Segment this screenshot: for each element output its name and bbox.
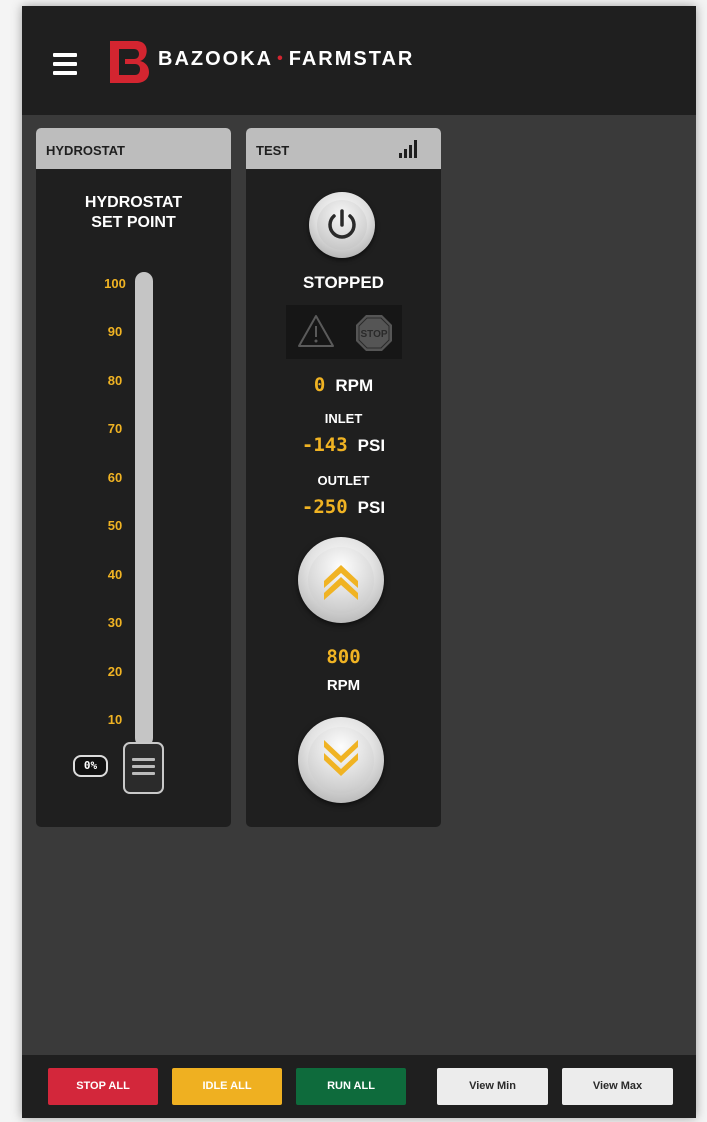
- view-min-button[interactable]: View Min: [437, 1068, 548, 1105]
- power-icon: [328, 209, 356, 239]
- scale-label-90: 90: [107, 324, 123, 339]
- warning-icon: [298, 315, 334, 347]
- bottom-action-bar: STOP ALL IDLE ALL RUN ALL View Min View …: [22, 1055, 696, 1118]
- chevron-down-icon: [324, 740, 358, 776]
- scale-label-40: 40: [107, 567, 123, 582]
- scale-label-30: 30: [107, 615, 123, 630]
- test-card-header: TEST: [246, 128, 441, 169]
- stop-sign-icon: STOP: [356, 315, 392, 351]
- app-header: BAZOOKA • FARMSTAR: [22, 6, 696, 115]
- setpoint-slider-track[interactable]: [135, 272, 153, 747]
- engine-status: STOPPED: [303, 273, 384, 292]
- power-button[interactable]: [309, 192, 375, 258]
- menu-icon[interactable]: [53, 53, 77, 75]
- view-max-button[interactable]: View Max: [562, 1068, 673, 1105]
- target-rpm-unit: RPM: [326, 677, 361, 694]
- decrease-rpm-button[interactable]: [298, 717, 384, 803]
- outlet-value: -250: [301, 496, 348, 518]
- setpoint-value-badge: 0%: [73, 755, 108, 777]
- target-rpm-reading: 800: [246, 646, 441, 668]
- outlet-unit: PSI: [357, 498, 386, 517]
- target-rpm-value: 800: [326, 646, 361, 668]
- scale-label-80: 80: [107, 373, 123, 388]
- scale-label-60: 60: [107, 470, 123, 485]
- rpm-value: 0: [313, 374, 326, 396]
- test-card-title: TEST: [256, 143, 290, 158]
- rpm-unit: RPM: [335, 376, 374, 395]
- scale-label-10: 10: [107, 712, 123, 727]
- hydrostat-card: HYDROSTAT HYDROSTAT SET POINT 100 90 80 …: [36, 128, 231, 827]
- chevron-up-icon: [324, 565, 358, 600]
- run-all-button[interactable]: RUN ALL: [296, 1068, 406, 1105]
- scale-label-100: 100: [104, 276, 126, 291]
- scale-label-50: 50: [107, 518, 123, 533]
- signal-icon: [399, 140, 421, 158]
- outlet-label: OUTLET: [317, 473, 370, 488]
- setpoint-title-line2: SET POINT: [91, 214, 176, 231]
- alert-panel: STOP: [286, 305, 402, 359]
- brand-right: FARMSTAR: [288, 48, 415, 70]
- inlet-value: -143: [301, 434, 348, 456]
- scale-label-70: 70: [107, 421, 123, 436]
- test-card: TEST STOPPED STOP 0 RPM INLET -143 PSI O…: [246, 128, 441, 827]
- scale-label-20: 20: [107, 664, 123, 679]
- brand-left: BAZOOKA: [158, 48, 274, 70]
- setpoint-slider-handle[interactable]: [123, 742, 164, 794]
- hydrostat-card-header: HYDROSTAT: [36, 128, 231, 169]
- logo-icon: [110, 41, 149, 83]
- inlet-label: INLET: [324, 411, 363, 426]
- stop-all-button[interactable]: STOP ALL: [48, 1068, 158, 1105]
- brand-separator: •: [277, 50, 285, 67]
- outlet-reading: -250 PSI: [246, 496, 441, 518]
- inlet-reading: -143 PSI: [246, 434, 441, 456]
- increase-rpm-button[interactable]: [298, 537, 384, 623]
- inlet-unit: PSI: [357, 436, 386, 455]
- stop-sign-label: STOP: [360, 329, 387, 340]
- target-rpm-unit-row: RPM: [246, 677, 441, 695]
- app-window: BAZOOKA • FARMSTAR HYDROSTAT HYDROSTAT SET…: [22, 6, 696, 1118]
- setpoint-title: HYDROSTAT SET POINT: [36, 193, 231, 233]
- rpm-reading: 0 RPM: [246, 374, 441, 396]
- idle-all-button[interactable]: IDLE ALL: [172, 1068, 282, 1105]
- brand-name: BAZOOKA • FARMSTAR: [158, 48, 414, 71]
- setpoint-title-line1: HYDROSTAT: [84, 194, 183, 211]
- hydrostat-card-title: HYDROSTAT: [46, 143, 125, 158]
